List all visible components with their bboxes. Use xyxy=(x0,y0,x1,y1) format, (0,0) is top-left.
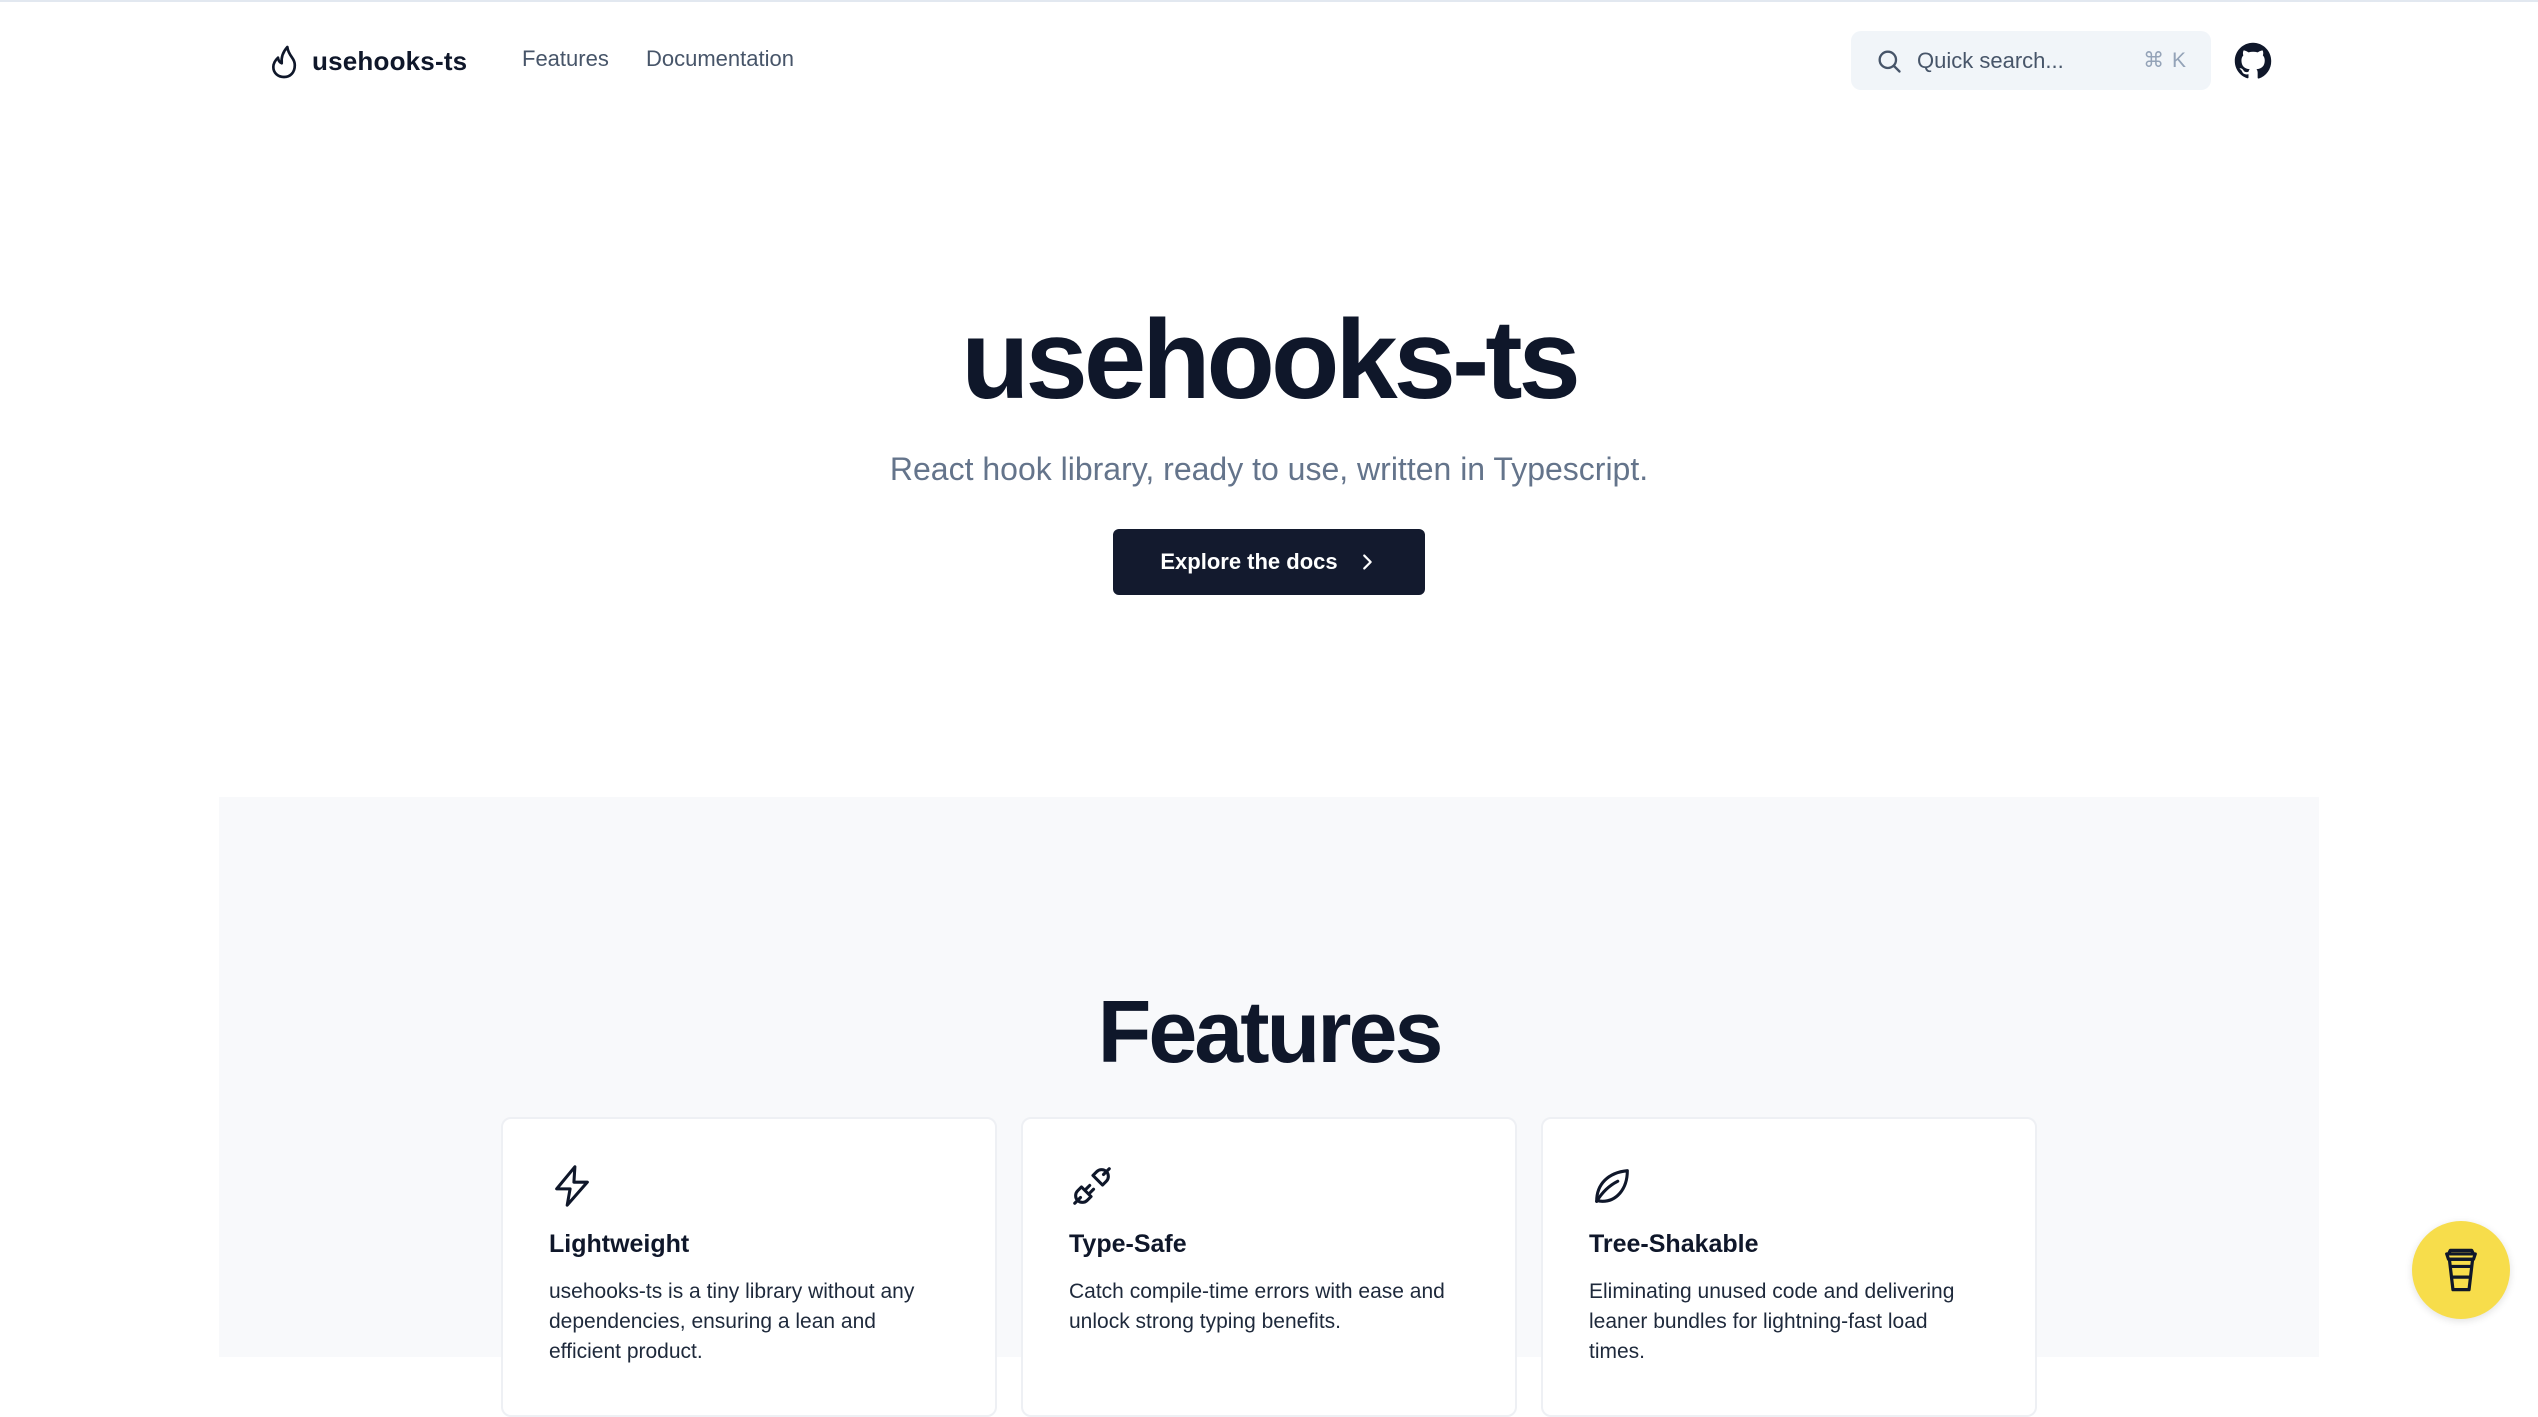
nav-link-features[interactable]: Features xyxy=(522,46,609,72)
feature-card-tree-shakable: Tree-Shakable Eliminating unused code an… xyxy=(1541,1117,2037,1417)
search-placeholder: Quick search... xyxy=(1917,47,2064,73)
brand-logo-link[interactable]: usehooks-ts xyxy=(268,40,467,82)
hero-subtitle: React hook library, ready to use, writte… xyxy=(889,451,1649,487)
buy-me-a-coffee-button[interactable] xyxy=(2412,1221,2510,1319)
feature-card-type-safe: Type-Safe Catch compile-time errors with… xyxy=(1021,1117,1517,1417)
features-section: Features Lightweight usehooks-ts is a ti… xyxy=(219,797,2319,1417)
feature-card-lightweight: Lightweight usehooks-ts is a tiny librar… xyxy=(501,1117,997,1417)
brand-name: usehooks-ts xyxy=(312,45,468,76)
feature-card-title: Tree-Shakable xyxy=(1589,1230,1759,1258)
github-icon[interactable] xyxy=(2234,42,2272,80)
search-shortcut: ⌘ K xyxy=(2143,49,2187,72)
feature-card-title: Type-Safe xyxy=(1069,1230,1187,1258)
nav-link-documentation[interactable]: Documentation xyxy=(646,46,794,72)
explore-docs-button[interactable]: Explore the docs xyxy=(1113,529,1425,595)
quick-search-button[interactable]: Quick search... ⌘ K xyxy=(1851,31,2211,90)
flame-icon xyxy=(268,42,300,80)
coffee-cup-icon xyxy=(2439,1245,2483,1295)
plug-icon xyxy=(1069,1163,1115,1209)
explore-docs-label: Explore the docs xyxy=(1160,549,1338,574)
feature-card-title: Lightweight xyxy=(549,1230,690,1258)
lightning-icon xyxy=(549,1163,595,1209)
chevron-right-icon xyxy=(1356,551,1378,573)
features-heading: Features xyxy=(1097,982,1444,1081)
search-icon xyxy=(1875,47,1903,75)
feature-card-text: Catch compile-time errors with ease and … xyxy=(1069,1280,1445,1333)
site-header: usehooks-ts Features Documentation Quick… xyxy=(0,0,2538,120)
feature-card-text: usehooks-ts is a tiny library without an… xyxy=(549,1280,915,1363)
hero-title: usehooks-ts xyxy=(961,297,1581,422)
leaf-icon xyxy=(1589,1163,1635,1209)
feature-card-text: Eliminating unused code and delivering l… xyxy=(1589,1280,1955,1363)
